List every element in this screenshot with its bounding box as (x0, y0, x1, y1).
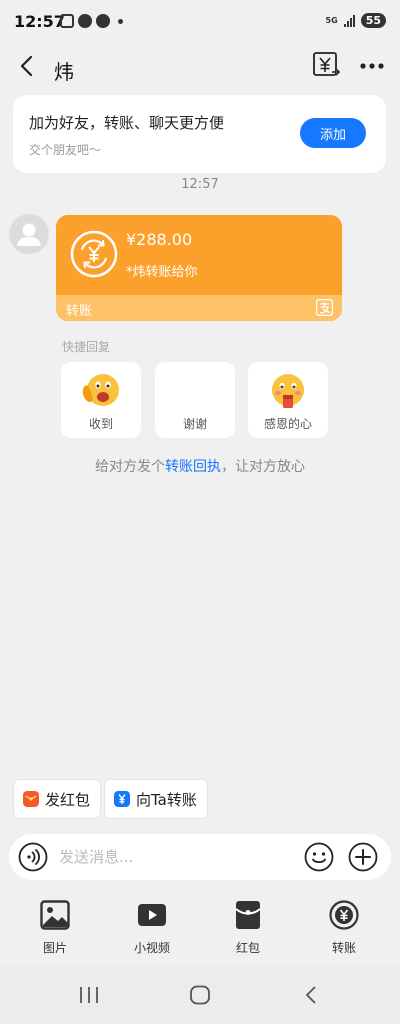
emoji-icon[interactable] (304, 842, 334, 872)
transfer-receipt-link[interactable]: 转账回执 (165, 459, 221, 475)
more-dots-icon[interactable] (358, 54, 386, 78)
message-input[interactable] (59, 842, 299, 872)
back-arrow-icon[interactable] (16, 54, 40, 78)
quick-reply-grateful[interactable]: 感恩的心 (248, 362, 328, 438)
home-icon[interactable] (189, 985, 211, 1005)
alipay-icon (316, 299, 333, 316)
transfer-amount: ¥288.00 (126, 230, 193, 249)
video-icon (138, 904, 166, 926)
add-friend-subtitle: 交个朋友吧～ (29, 143, 102, 157)
message-timestamp: 12:57 (181, 177, 219, 192)
chip-label: 向Ta转账 (136, 790, 197, 809)
quick-reply-received[interactable]: 收到 (61, 362, 141, 438)
voice-icon[interactable] (18, 842, 48, 872)
add-friend-button[interactable]: 添加 (300, 118, 366, 148)
chat-header: 炜 (0, 44, 400, 92)
battery-level: 55 (360, 13, 386, 28)
status-system-icons: 5G 55 (326, 13, 386, 28)
add-friend-title: 加为好友，转账、聊天更方便 (29, 114, 225, 132)
status-notification-icons (60, 14, 123, 28)
tool-red-packet[interactable]: 红包 (218, 898, 278, 960)
wechat-icon (96, 14, 110, 28)
send-red-packet-chip[interactable]: 发红包 (13, 779, 102, 819)
transfer-to-ta-chip[interactable]: 向Ta转账 (104, 779, 208, 819)
add-friend-card: 加为好友，转账、聊天更方便 交个朋友吧～ 添加 (13, 95, 386, 173)
person-icon (17, 223, 41, 246)
yuan-transfer-coin-icon (70, 230, 118, 278)
transfer-note: *炜转账给你 (126, 265, 198, 280)
back-icon[interactable] (303, 986, 319, 1004)
quick-reply-text: 谢谢 (182, 417, 207, 431)
tool-label: 红包 (235, 941, 260, 955)
chat-title: 炜 (54, 60, 74, 84)
notification-dot-icon (118, 18, 123, 24)
red-packet-icon (235, 901, 261, 929)
yuan-transfer-icon[interactable] (312, 51, 340, 79)
network-type: 5G (325, 15, 338, 25)
quick-reply-label: 快捷回复 (62, 340, 111, 354)
yuan-icon (114, 791, 130, 807)
hint-prefix: 给对方发个 (95, 459, 165, 475)
transfer-icon (329, 900, 359, 930)
scan-icon (60, 14, 74, 28)
image-icon (40, 900, 70, 930)
receipt-hint: 给对方发个转账回执，让对方放心 (0, 456, 400, 476)
transfer-label: 转账 (66, 304, 93, 319)
tool-label: 图片 (42, 941, 67, 955)
signal-icon (343, 14, 355, 27)
system-nav-bar (0, 966, 400, 1024)
grateful-emoji-icon (272, 374, 304, 408)
quick-reply-text: 收到 (88, 417, 113, 431)
tool-transfer[interactable]: 转账 (314, 898, 374, 960)
waving-emoji-icon (82, 374, 119, 406)
message-input-bar (9, 834, 391, 880)
quick-reply-thanks[interactable]: 谢谢 (155, 362, 235, 438)
tool-label: 转账 (331, 941, 356, 955)
tool-label: 小视频 (133, 941, 170, 955)
quick-reply-text: 感恩的心 (263, 417, 312, 431)
plus-icon[interactable] (348, 842, 378, 872)
status-time: 12:57 (14, 12, 65, 31)
avatar[interactable] (9, 214, 49, 254)
message-icon (78, 14, 92, 28)
transfer-message-bubble[interactable]: ¥288.00 *炜转账给你 转账 (56, 215, 342, 321)
recent-apps-icon[interactable] (78, 986, 100, 1004)
hint-suffix: ，让对方放心 (221, 459, 305, 475)
tool-image[interactable]: 图片 (25, 898, 85, 960)
transfer-bubble-footer (56, 295, 342, 321)
tool-short-video[interactable]: 小视频 (122, 898, 182, 960)
status-bar: 12:57 5G 55 (0, 0, 400, 44)
chip-label: 发红包 (45, 790, 91, 809)
red-packet-icon (23, 791, 39, 807)
